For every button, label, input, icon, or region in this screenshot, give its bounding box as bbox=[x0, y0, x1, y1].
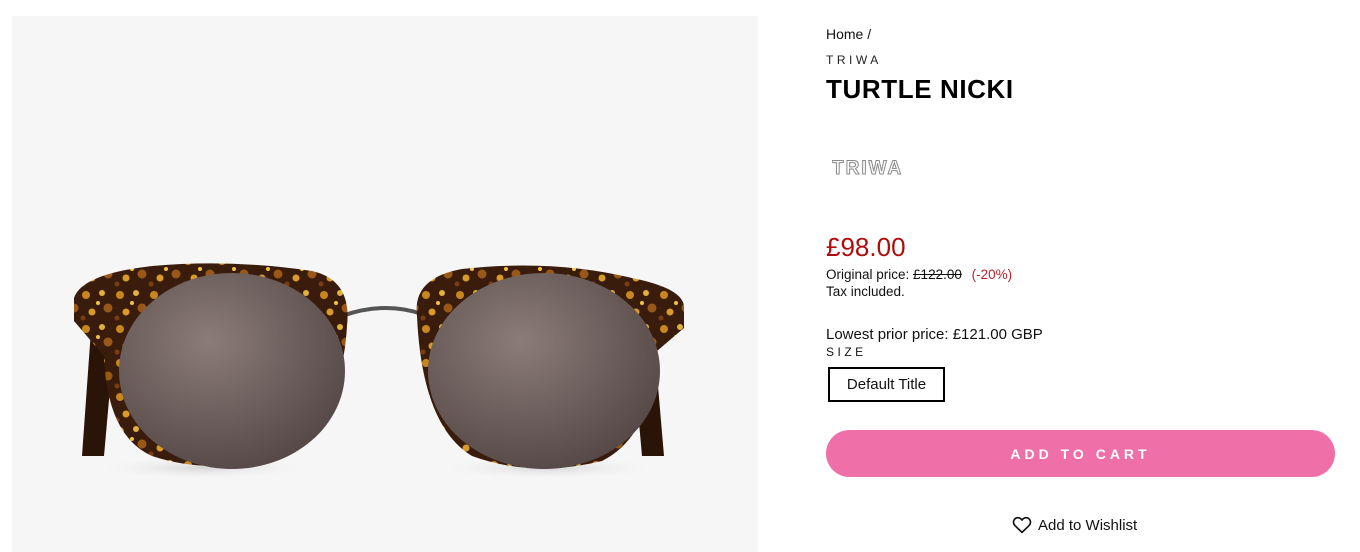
product-image-gallery[interactable] bbox=[12, 16, 758, 552]
discount-badge: (-20%) bbox=[971, 267, 1013, 282]
original-price-label: Original price: bbox=[826, 267, 910, 282]
breadcrumb-home-link[interactable]: Home bbox=[826, 26, 863, 42]
svg-text:TRIWA: TRIWA bbox=[832, 158, 903, 179]
size-option-default[interactable]: Default Title bbox=[828, 367, 945, 402]
heart-icon bbox=[1012, 516, 1032, 534]
breadcrumb: Home / bbox=[826, 26, 871, 42]
original-price-line: Original price: £122.00 (-20%) bbox=[826, 267, 1012, 282]
sale-price: £98.00 bbox=[826, 232, 906, 262]
brand-logo: TRIWA bbox=[832, 158, 903, 180]
product-title: TURTLE NICKI bbox=[826, 74, 1014, 104]
product-image-sunglasses bbox=[74, 263, 684, 480]
original-price: £122.00 bbox=[913, 267, 962, 282]
lowest-prior-price: Lowest prior price: £121.00 GBP bbox=[826, 326, 1043, 343]
product-vendor: TRIWA bbox=[826, 53, 882, 67]
add-to-cart-button[interactable]: ADD TO CART bbox=[826, 430, 1335, 477]
tax-note: Tax included. bbox=[826, 284, 905, 299]
size-label: SIZE bbox=[826, 345, 867, 359]
add-to-wishlist-button[interactable]: Add to Wishlist bbox=[1012, 514, 1137, 536]
breadcrumb-separator: / bbox=[867, 26, 872, 42]
wishlist-label: Add to Wishlist bbox=[1038, 516, 1138, 534]
product-info: Home / TRIWA TURTLE NICKI TRIWA £98.00 O… bbox=[826, 0, 1336, 552]
